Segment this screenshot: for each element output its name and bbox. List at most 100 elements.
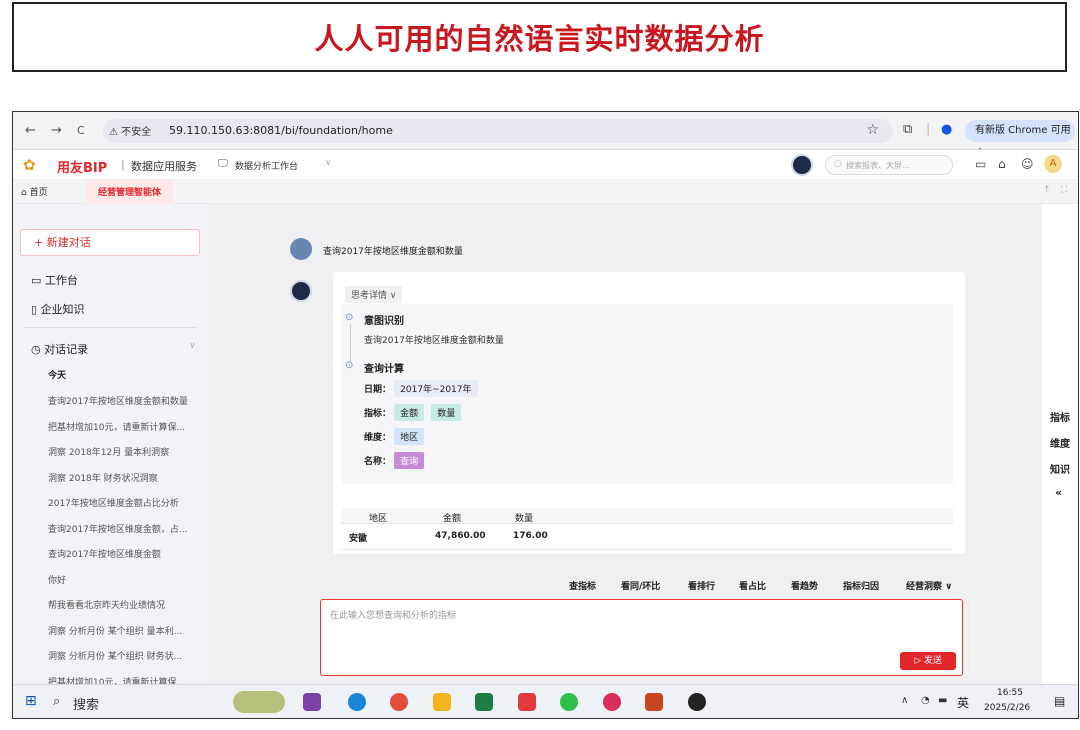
network-icon[interactable]: ◔ [921,695,930,706]
quick-action-button[interactable]: 看排行 [688,579,715,592]
search-icon: ○ [834,159,842,169]
history-item[interactable]: 你好 [48,573,66,586]
ime-indicator[interactable]: 英 [957,694,969,711]
tray-chevron-icon[interactable]: ∧ [901,695,908,706]
file-explorer-icon[interactable] [433,693,451,711]
chevron-down-icon[interactable]: ∨ [189,341,196,351]
powerpoint-icon[interactable] [645,693,663,711]
think-details-toggle[interactable]: 思考详情 ∨ [345,286,403,303]
profile-icon[interactable]: ● [941,122,952,137]
history-item[interactable]: 洞察 2018年12月 量本利洞察 [48,445,169,458]
back-button[interactable]: ← [25,123,36,138]
home-icon[interactable]: ⌂ [998,157,1006,171]
history-title: 对话记录 [44,343,89,356]
quick-action-button[interactable]: 经营洞察 ∨ [906,579,952,592]
url-text[interactable]: 59.110.150.63:8081/bi/foundation/home [169,124,393,137]
sidebar-item-knowledge[interactable]: ▯ 企业知识 [31,301,85,317]
sidebar-workbench-label: 工作台 [44,274,78,287]
taskbar-search[interactable]: 搜索 [73,694,99,713]
onenote-icon[interactable] [303,693,321,711]
history-header[interactable]: ◷ 对话记录 [31,341,88,357]
table-cell: 47,860.00 [435,531,486,541]
app-search-input[interactable]: 搜索报表、大屏... [846,160,910,171]
step-connector [350,324,351,362]
avatar[interactable]: A [1044,155,1062,173]
wechat-icon[interactable] [560,693,578,711]
right-tab-metrics[interactable]: 指标 [1050,409,1070,424]
chrome-icon[interactable] [390,693,408,711]
forward-button[interactable]: → [51,123,62,138]
app-icon[interactable] [603,693,621,711]
step1-text: 查询2017年按地区维度金额和数量 [364,336,504,346]
page-tab-bar: ⌂ 首页 经营管理智能体 ↑ ⛶ [13,180,1078,204]
screen-icon[interactable]: ▭ [975,157,986,171]
media-player-icon[interactable] [688,693,706,711]
battery-icon[interactable]: ▬ [938,695,947,706]
tab-active[interactable]: 经营管理智能体 [86,180,174,204]
sidebar-item-workbench[interactable]: ▭ 工作台 [31,272,78,288]
sidebar-knowledge-label: 企业知识 [40,303,85,316]
query-input[interactable]: 在此输入您想查询和分析的指标 [330,608,456,621]
history-item[interactable]: 洞察 分析月份 某个组织 财务状... [48,649,182,662]
fullscreen-icon[interactable]: ⛶ [1061,185,1067,195]
quick-action-button[interactable]: 看同/环比 [621,579,660,592]
table-row: 安徽 47,860.00 176.00 [341,524,953,550]
right-panel: 指标 维度 知识 « [1042,204,1078,694]
chevron-down-icon[interactable]: ∨ [325,158,332,168]
table-cell: 安徽 [349,534,368,544]
quick-action-button[interactable]: 指标归因 [843,579,879,592]
smiley-icon[interactable]: ☺ [1021,157,1034,171]
excel-icon[interactable] [475,693,493,711]
sidebar-divider [25,327,197,328]
pistachio-widget-icon[interactable] [233,691,285,713]
clock-date[interactable]: 2025/2/26 [984,703,1030,713]
edge-icon[interactable] [348,693,366,711]
toolbar-divider: | [926,122,931,137]
clock-time[interactable]: 16:55 [997,688,1023,698]
extensions-icon[interactable]: ⧉ [903,122,912,137]
not-secure-label[interactable]: ⚠ 不安全 [109,123,151,138]
history-item[interactable]: 洞察 分析月份 某个组织 量本利... [48,624,182,637]
metric-label: 指标： [364,409,392,419]
user-avatar [290,238,312,260]
history-item[interactable]: 洞察 2018年 财务状况洞察 [48,471,158,484]
table-header-cell: 数量 [515,514,534,524]
table-cell: 176.00 [513,531,548,541]
windows-start-icon[interactable]: ⊞ [25,693,37,709]
query-input-box[interactable]: 在此输入您想查询和分析的指标 ▷ 发送 [320,599,963,676]
history-item[interactable]: 帮我看看北京昨天约业绩情况 [48,598,165,611]
address-bar[interactable]: ⚠ 不安全 59.110.150.63:8081/bi/foundation/h… [103,119,893,143]
new-chat-button[interactable]: + 新建对话 [20,229,200,256]
chrome-update-button[interactable]: 有新版 Chrome 可用 ⋮ [965,120,1075,158]
table-header-cell: 金额 [443,514,462,524]
history-item[interactable]: 查询2017年按地区维度金额，占... [48,522,188,535]
quick-action-button[interactable]: 看占比 [739,579,766,592]
quick-action-button[interactable]: 看趋势 [791,579,818,592]
history-item[interactable]: 查询2017年按地区维度金额和数量 [48,394,188,407]
app-search-box[interactable]: ○ 搜索报表、大屏... [825,155,953,175]
notification-icon[interactable]: ▤ [1054,694,1065,708]
ai-assistant-icon[interactable] [791,154,813,176]
right-tab-dimensions[interactable]: 维度 [1050,435,1070,450]
collapse-icon[interactable]: « [1055,486,1062,499]
dimension-chip: 地区 [394,428,425,445]
wps-icon[interactable] [518,693,536,711]
quick-action-button[interactable]: 查指标 [569,579,596,592]
reload-button[interactable]: C [77,124,85,137]
right-tab-knowledge[interactable]: 知识 [1050,461,1070,476]
date-row: 日期： 2017年~2017年 [364,380,482,397]
send-button[interactable]: ▷ 发送 [900,652,956,670]
windows-taskbar: ⊞ ⌕ 搜索 ∧ ◔ ▬ 英 16:55 2025/2/26 ▤ [13,684,1078,718]
history-item[interactable]: 2017年按地区维度金额占比分析 [48,496,179,509]
slide-title: 人人可用的自然语言实时数据分析 [314,22,765,56]
taskbar-search-icon[interactable]: ⌕ [53,694,60,709]
history-group-today: 今天 [48,371,67,381]
sidebar: + 新建对话 ▭ 工作台 ▯ 企业知识 ◷ 对话记录 ∨ 今天 查询2017年按… [13,204,208,694]
tab-home[interactable]: ⌂ 首页 [21,185,48,198]
history-item[interactable]: 把基材增加10元，请重新计算保... [48,420,185,433]
bookmark-star-icon[interactable]: ☆ [866,122,879,138]
date-label: 日期： [364,385,392,395]
workbench-selector[interactable]: 数据分析工作台 [235,159,298,172]
tab-options-icon[interactable]: ↑ [1043,185,1051,195]
history-item[interactable]: 查询2017年按地区维度金额 [48,547,161,560]
